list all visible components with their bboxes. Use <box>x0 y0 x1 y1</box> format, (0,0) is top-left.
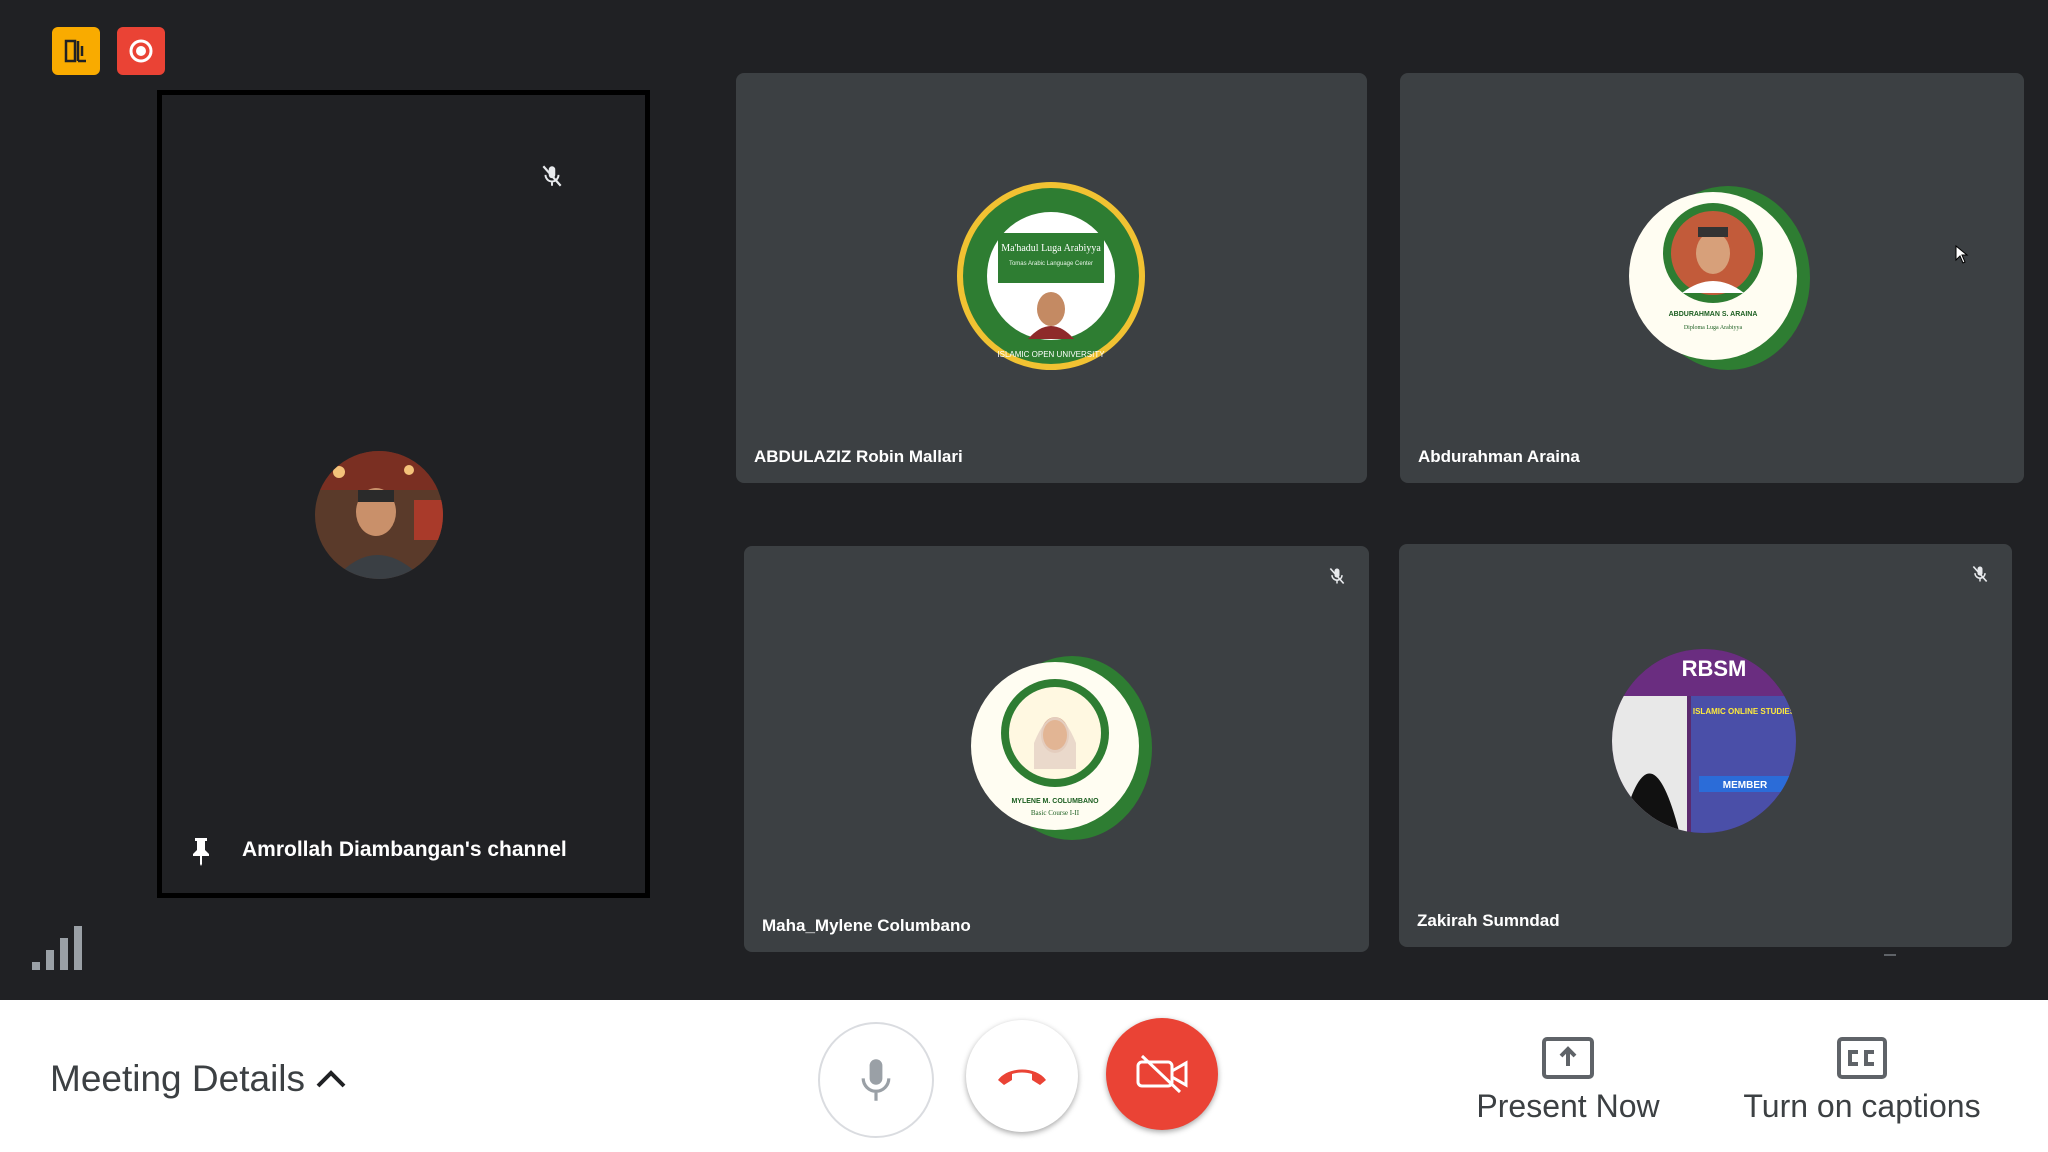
avatar-caption: MYLENE M. COLUMBANO <box>1011 798 1099 805</box>
meeting-details-label: Meeting Details <box>50 1058 306 1099</box>
camera-toggle-button[interactable] <box>1106 1018 1218 1130</box>
participant-avatar: ABDURAHMAN S. ARAINA Diploma Luga Arabiy… <box>1620 181 1810 376</box>
participant-tile[interactable]: RBSM ISLAMIC ONLINE STUDIES MEMBER Zakir… <box>1399 544 2012 947</box>
avatar-subcaption: ISLAMIC ONLINE STUDIES <box>1693 707 1796 716</box>
avatar-caption: Ma'hadul Luga Arabiyya <box>1001 243 1101 254</box>
microphone-button[interactable] <box>818 1022 934 1138</box>
mouse-cursor-icon <box>1955 244 1969 270</box>
pinned-participant-name: Amrollah Diambangan's channel <box>242 838 567 861</box>
chevron-up-icon <box>316 1070 346 1088</box>
participant-tile[interactable]: ABDURAHMAN S. ARAINA Diploma Luga Arabiy… <box>1400 73 2024 483</box>
avatar-subcaption: Basic Course I-II <box>1031 809 1080 817</box>
phone-hangup-icon <box>998 1069 1046 1085</box>
participant-avatar <box>314 450 444 585</box>
recording-icon[interactable] <box>117 27 165 75</box>
captions-label: Turn on captions <box>1743 1088 1981 1124</box>
leave-call-button[interactable] <box>966 1020 1078 1132</box>
microphone-icon <box>861 1059 891 1101</box>
control-bar: Meeting Details Present Now Turn on capt… <box>0 1000 2048 1152</box>
participant-avatar: MYLENE M. COLUMBANO Basic Course I-II <box>962 651 1152 846</box>
captions-button[interactable]: Turn on captions <box>1743 1036 1981 1125</box>
present-screen-icon <box>1542 1037 1594 1079</box>
pinned-participant-tile[interactable]: Amrollah Diambangan's channel <box>157 90 650 898</box>
participant-name: Maha_Mylene Columbano <box>762 916 971 935</box>
participant-avatar: RBSM ISLAMIC ONLINE STUDIES MEMBER <box>1609 646 1799 841</box>
layout-badge-icon[interactable] <box>52 27 100 75</box>
participant-avatar: Ma'hadul Luga Arabiyya Tomas Arabic Lang… <box>956 181 1146 376</box>
avatar-subcaption: Tomas Arabic Language Center <box>1009 261 1093 267</box>
network-signal-icon <box>30 922 94 975</box>
avatar-badge-text: MEMBER <box>1723 780 1768 791</box>
avatar-ring-text: ISLAMIC OPEN UNIVERSITY <box>997 350 1105 359</box>
meeting-stage: Amrollah Diambangan's channel Ma'hadul L… <box>0 0 2048 1000</box>
scroll-indicator <box>1884 954 1896 956</box>
avatar-caption: ABDURAHMAN S. ARAINA <box>1669 311 1758 318</box>
participant-tile[interactable]: MYLENE M. COLUMBANO Basic Course I-II Ma… <box>744 546 1369 952</box>
present-now-button[interactable]: Present Now <box>1476 1036 1660 1125</box>
mic-off-icon <box>539 163 565 194</box>
participant-tile[interactable]: Ma'hadul Luga Arabiyya Tomas Arabic Lang… <box>736 73 1367 483</box>
present-now-label: Present Now <box>1476 1088 1660 1124</box>
meeting-details-button[interactable]: Meeting Details <box>50 1058 347 1100</box>
camera-off-icon <box>1136 1054 1188 1094</box>
avatar-caption: RBSM <box>1682 656 1747 681</box>
avatar-subcaption: Diploma Luga Arabiyya <box>1684 325 1743 331</box>
pin-icon[interactable] <box>190 836 212 871</box>
participant-name: Zakirah Sumndad <box>1417 911 1560 930</box>
mic-off-icon <box>1327 566 1347 591</box>
participant-name: ABDULAZIZ Robin Mallari <box>754 447 963 466</box>
mic-off-icon <box>1970 564 1990 589</box>
closed-captions-icon <box>1837 1037 1887 1079</box>
participant-name: Abdurahman Araina <box>1418 447 1580 466</box>
